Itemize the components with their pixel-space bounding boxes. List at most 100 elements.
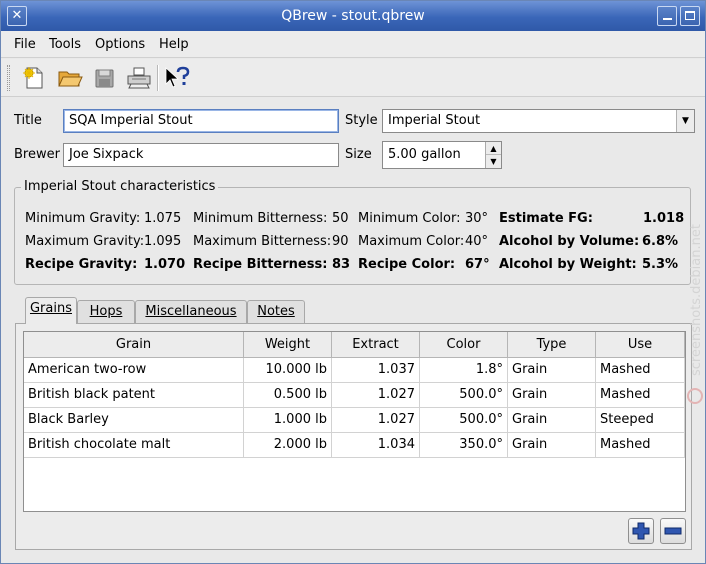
brewer-input[interactable]: Joe Sixpack — [63, 143, 339, 167]
extract-cell: 1.037 — [332, 358, 420, 383]
use-cell: Mashed — [596, 358, 685, 383]
plus-icon — [632, 522, 650, 540]
min-gravity-label: Minimum Gravity: — [25, 211, 141, 226]
table-row[interactable]: Black Barley 1.000 lb 1.027 500.0° Grain… — [24, 408, 685, 433]
min-bitterness-label: Minimum Bitterness: — [193, 211, 328, 226]
menu-file[interactable]: File — [14, 37, 36, 52]
max-gravity-label: Maximum Gravity: — [25, 234, 145, 249]
recipe-color-value: 67° — [465, 257, 490, 272]
color-cell: 1.8° — [420, 358, 508, 383]
column-header-extract[interactable]: Extract — [332, 332, 420, 358]
print-button[interactable] — [125, 65, 153, 91]
brewer-label: Brewer — [14, 147, 60, 162]
open-folder-icon — [58, 71, 83, 87]
remove-grain-button[interactable] — [660, 518, 686, 544]
minimize-icon — [662, 17, 672, 20]
tab-hops-label: Hops — [89, 304, 123, 319]
size-spinbox[interactable]: 5.00 gallon ▲ ▼ — [382, 141, 502, 169]
size-spinner[interactable]: ▲ ▼ — [485, 142, 501, 168]
print-icon — [127, 67, 151, 89]
recipe-color-label: Recipe Color: — [358, 257, 456, 272]
weight-cell: 2.000 lb — [244, 433, 332, 458]
tab-miscellaneous[interactable]: Miscellaneous — [135, 300, 247, 323]
watermark-text: screenshots.debian.net — [689, 224, 704, 376]
max-gravity-value: 1.095 — [144, 234, 182, 249]
column-header-weight[interactable]: Weight — [244, 332, 332, 358]
use-cell: Steeped — [596, 408, 685, 433]
maximize-window-button[interactable] — [680, 6, 700, 26]
menu-bar: File Tools Options Help — [1, 31, 705, 58]
column-header-grain[interactable]: Grain — [24, 332, 244, 358]
column-header-use[interactable]: Use — [596, 332, 685, 358]
recipe-gravity-value: 1.070 — [144, 257, 186, 272]
tab-notes[interactable]: Notes — [247, 300, 305, 323]
max-color-value: 40° — [465, 234, 489, 249]
estimate-fg-label: Estimate FG: — [499, 211, 593, 226]
type-cell: Grain — [508, 433, 596, 458]
toolbar-grip[interactable] — [7, 65, 10, 91]
tab-grains[interactable]: Grains — [25, 297, 77, 324]
spin-down-icon[interactable]: ▼ — [486, 155, 501, 168]
extract-cell: 1.027 — [332, 383, 420, 408]
watermark: screenshots.debian.net — [685, 166, 705, 406]
grain-cell: Black Barley — [24, 408, 244, 433]
menu-tools[interactable]: Tools — [49, 37, 81, 52]
column-header-color[interactable]: Color — [420, 332, 508, 358]
grain-cell: American two-row — [24, 358, 244, 383]
min-color-value: 30° — [465, 211, 489, 226]
whats-this-button[interactable] — [163, 65, 191, 91]
style-select[interactable]: Imperial Stout ▼ — [382, 109, 695, 133]
type-cell: Grain — [508, 383, 596, 408]
save-file-button[interactable] — [91, 65, 119, 91]
app-window: ✕ QBrew - stout.qbrew File Tools Options… — [0, 0, 706, 564]
table-row[interactable]: American two-row 10.000 lb 1.037 1.8° Gr… — [24, 358, 685, 383]
table-row[interactable]: British black patent 0.500 lb 1.027 500.… — [24, 383, 685, 408]
use-cell: Mashed — [596, 433, 685, 458]
size-value: 5.00 gallon — [388, 147, 461, 162]
tab-hops[interactable]: Hops — [77, 300, 135, 323]
abv-value: 6.8% — [642, 234, 679, 249]
tab-grains-label: Grains — [29, 301, 72, 316]
abw-label: Alcohol by Weight: — [499, 257, 637, 272]
color-cell: 500.0° — [420, 383, 508, 408]
toolbar-separator — [157, 65, 159, 91]
open-file-button[interactable] — [56, 65, 84, 91]
table-row[interactable]: British chocolate malt 2.000 lb 1.034 35… — [24, 433, 685, 458]
grains-table[interactable]: Grain Weight Extract Color Type Use Amer… — [23, 331, 686, 512]
abw-value: 5.3% — [642, 257, 679, 272]
color-cell: 350.0° — [420, 433, 508, 458]
add-grain-button[interactable] — [628, 518, 654, 544]
spin-up-icon[interactable]: ▲ — [486, 142, 501, 155]
tab-notes-label: Notes — [257, 304, 295, 319]
menu-help[interactable]: Help — [159, 37, 189, 52]
color-cell: 500.0° — [420, 408, 508, 433]
use-cell: Mashed — [596, 383, 685, 408]
max-color-label: Maximum Color: — [358, 234, 465, 249]
title-input[interactable]: SQA Imperial Stout — [63, 109, 339, 133]
recipe-gravity-label: Recipe Gravity: — [25, 257, 138, 272]
grain-cell: British black patent — [24, 383, 244, 408]
window-title: QBrew - stout.qbrew — [281, 8, 425, 24]
menu-options[interactable]: Options — [95, 37, 145, 52]
new-file-icon — [23, 67, 43, 89]
characteristics-group-title: Imperial Stout characteristics — [21, 179, 219, 194]
weight-cell: 1.000 lb — [244, 408, 332, 433]
min-color-label: Minimum Color: — [358, 211, 461, 226]
min-bitterness-value: 50 — [332, 211, 349, 226]
weight-cell: 10.000 lb — [244, 358, 332, 383]
type-cell: Grain — [508, 358, 596, 383]
abv-label: Alcohol by Volume: — [499, 234, 640, 249]
column-header-type[interactable]: Type — [508, 332, 596, 358]
estimate-fg-value: 1.018 — [643, 211, 685, 226]
toolbar — [1, 59, 705, 97]
max-bitterness-label: Maximum Bitterness: — [193, 234, 332, 249]
max-bitterness-value: 90 — [332, 234, 349, 249]
minimize-window-button[interactable] — [657, 6, 677, 26]
save-disk-icon — [95, 69, 114, 88]
new-file-button[interactable] — [20, 65, 48, 91]
extract-cell: 1.027 — [332, 408, 420, 433]
extract-cell: 1.034 — [332, 433, 420, 458]
recipe-bitterness-value: 83 — [332, 257, 351, 272]
grains-table-header: Grain Weight Extract Color Type Use — [24, 332, 685, 358]
min-gravity-value: 1.075 — [144, 211, 182, 226]
